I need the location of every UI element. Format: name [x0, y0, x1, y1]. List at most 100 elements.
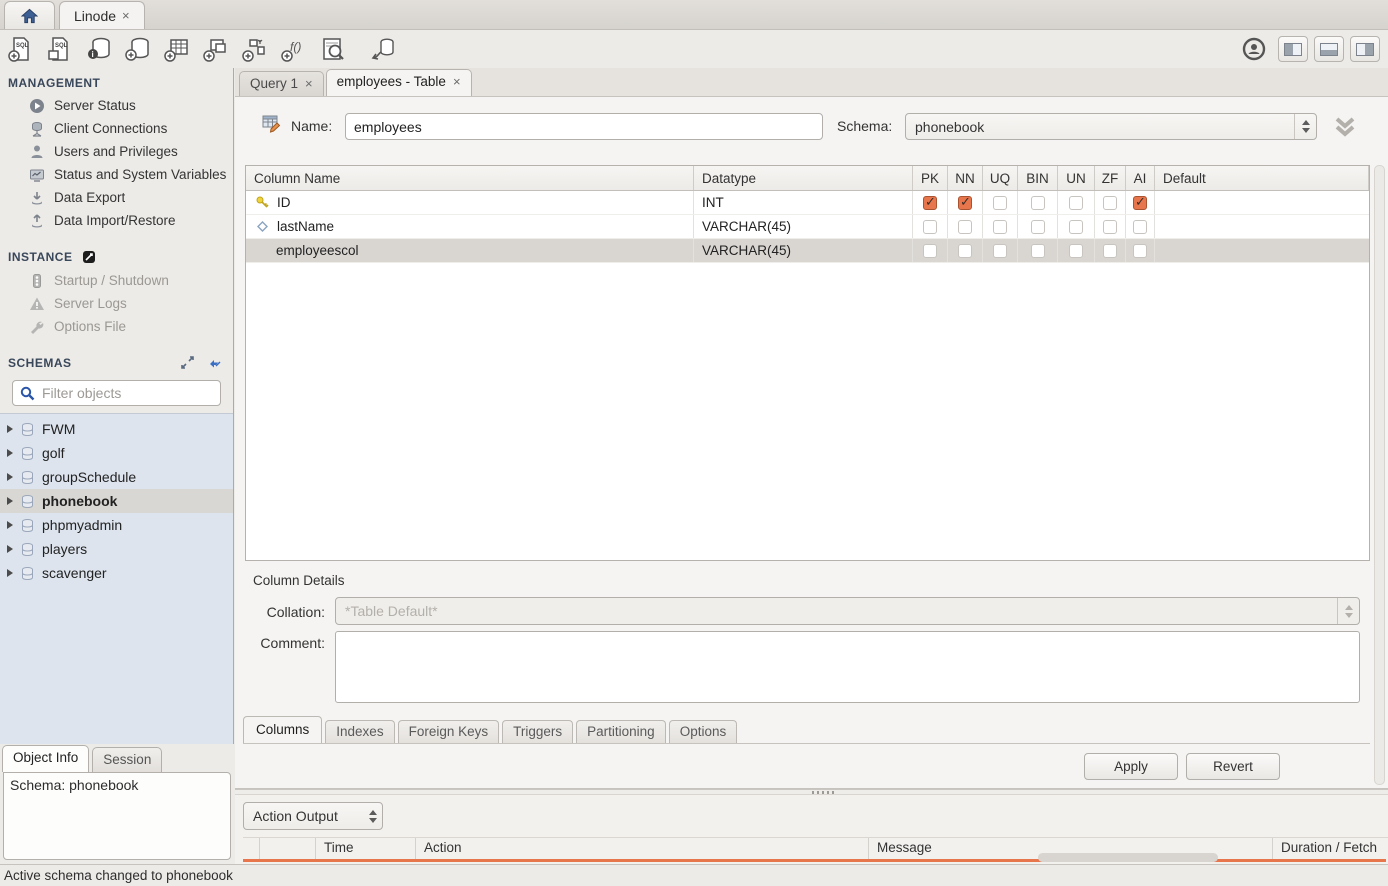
close-icon[interactable]: ×: [453, 74, 461, 89]
nn-checkbox[interactable]: [958, 196, 972, 210]
toggle-right-panel-button[interactable]: [1350, 36, 1380, 62]
tab-foreign-keys[interactable]: Foreign Keys: [398, 720, 500, 743]
bin-checkbox[interactable]: [1031, 220, 1045, 234]
schema-item-scavenger[interactable]: scavenger: [0, 561, 233, 585]
header-duration[interactable]: Duration / Fetch: [1273, 838, 1388, 859]
expander-icon[interactable]: [7, 545, 13, 553]
schema-item-golf[interactable]: golf: [0, 441, 233, 465]
zf-checkbox[interactable]: [1103, 196, 1117, 210]
uq-checkbox[interactable]: [993, 244, 1007, 258]
expand-schemas-icon[interactable]: [179, 354, 196, 371]
schema-filter-input[interactable]: [42, 385, 223, 401]
tab-query-1[interactable]: Query 1 ×: [239, 71, 324, 96]
header-datatype[interactable]: Datatype: [694, 166, 913, 190]
ai-checkbox[interactable]: [1133, 196, 1147, 210]
un-checkbox[interactable]: [1069, 244, 1083, 258]
editor-scrollbar[interactable]: [1374, 165, 1385, 785]
expander-icon[interactable]: [7, 425, 13, 433]
schema-item-phpmyadmin[interactable]: phpmyadmin: [0, 513, 233, 537]
toggle-bottom-panel-button[interactable]: [1314, 36, 1344, 62]
close-icon[interactable]: ×: [122, 8, 130, 23]
create-schema-button[interactable]: [120, 34, 156, 64]
schema-item-players[interactable]: players: [0, 537, 233, 561]
tab-employees-table[interactable]: employees - Table ×: [326, 69, 472, 96]
sidebar-item-users-privileges[interactable]: Users and Privileges: [0, 140, 233, 163]
tab-triggers[interactable]: Triggers: [502, 720, 573, 743]
expander-icon[interactable]: [7, 449, 13, 457]
zf-checkbox[interactable]: [1103, 244, 1117, 258]
column-row-id[interactable]: ID INT: [246, 191, 1369, 215]
reconnect-dbms-button[interactable]: [365, 34, 401, 64]
expander-icon[interactable]: [7, 473, 13, 481]
sidebar-item-data-export[interactable]: Data Export: [0, 186, 233, 209]
sidebar-item-server-logs[interactable]: Server Logs: [0, 292, 233, 315]
schema-item-groupschedule[interactable]: groupSchedule: [0, 465, 233, 489]
collation-select[interactable]: *Table Default*: [335, 597, 1360, 625]
tab-session[interactable]: Session: [92, 747, 162, 772]
spinner-icon[interactable]: [364, 803, 382, 829]
create-table-button[interactable]: [159, 34, 195, 64]
schema-item-fwm[interactable]: FWM: [0, 417, 233, 441]
nn-checkbox[interactable]: [958, 244, 972, 258]
sidebar-item-system-variables[interactable]: Status and System Variables: [0, 163, 233, 186]
bin-checkbox[interactable]: [1031, 244, 1045, 258]
uq-checkbox[interactable]: [993, 196, 1007, 210]
sidebar-item-options-file[interactable]: Options File: [0, 315, 233, 338]
nn-checkbox[interactable]: [958, 220, 972, 234]
header-uq[interactable]: UQ: [983, 166, 1018, 190]
output-selector[interactable]: Action Output: [243, 802, 383, 830]
tab-options[interactable]: Options: [669, 720, 738, 743]
header-un[interactable]: UN: [1058, 166, 1095, 190]
header-time[interactable]: Time: [316, 838, 416, 859]
header-column-name[interactable]: Column Name: [246, 166, 694, 190]
sidebar-item-client-connections[interactable]: Client Connections: [0, 117, 233, 140]
revert-button[interactable]: Revert: [1186, 753, 1280, 780]
expander-icon[interactable]: [7, 497, 13, 505]
header-bin[interactable]: BIN: [1018, 166, 1058, 190]
column-row-employeescol[interactable]: employeescol VARCHAR(45): [246, 239, 1369, 263]
sidebar-item-server-status[interactable]: Server Status: [0, 94, 233, 117]
inspect-database-button[interactable]: i: [81, 34, 117, 64]
header-action[interactable]: Action: [416, 838, 869, 859]
un-checkbox[interactable]: [1069, 196, 1083, 210]
open-sql-script-button[interactable]: SQL: [42, 34, 78, 64]
header-pk[interactable]: PK: [913, 166, 948, 190]
spinner-icon[interactable]: [1294, 114, 1316, 139]
header-ai[interactable]: AI: [1126, 166, 1155, 190]
table-name-input[interactable]: [345, 113, 823, 140]
header-default[interactable]: Default: [1155, 166, 1369, 190]
tab-object-info[interactable]: Object Info: [2, 745, 89, 772]
comment-textarea[interactable]: [335, 631, 1360, 703]
pk-checkbox[interactable]: [923, 220, 937, 234]
connection-tab-linode[interactable]: Linode ×: [59, 1, 145, 29]
schema-item-phonebook[interactable]: phonebook: [0, 489, 233, 513]
schema-select[interactable]: phonebook: [905, 113, 1317, 140]
create-view-button[interactable]: [198, 34, 234, 64]
sidebar-item-startup-shutdown[interactable]: Startup / Shutdown: [0, 269, 233, 292]
uq-checkbox[interactable]: [993, 220, 1007, 234]
tab-partitioning[interactable]: Partitioning: [576, 720, 666, 743]
home-tab[interactable]: [4, 1, 55, 29]
tab-indexes[interactable]: Indexes: [325, 720, 394, 743]
expander-icon[interactable]: [7, 521, 13, 529]
create-function-button[interactable]: f(): [276, 34, 312, 64]
refresh-schemas-icon[interactable]: [206, 354, 223, 371]
header-zf[interactable]: ZF: [1095, 166, 1126, 190]
column-row-lastname[interactable]: lastName VARCHAR(45): [246, 215, 1369, 239]
bin-checkbox[interactable]: [1031, 196, 1045, 210]
pk-checkbox[interactable]: [923, 196, 937, 210]
toggle-left-panel-button[interactable]: [1278, 36, 1308, 62]
ai-checkbox[interactable]: [1133, 220, 1147, 234]
apply-button[interactable]: Apply: [1084, 753, 1178, 780]
ai-checkbox[interactable]: [1133, 244, 1147, 258]
spinner-icon[interactable]: [1337, 598, 1359, 624]
expander-icon[interactable]: [7, 569, 13, 577]
new-sql-tab-button[interactable]: SQL: [3, 34, 39, 64]
zf-checkbox[interactable]: [1103, 220, 1117, 234]
tab-columns[interactable]: Columns: [243, 716, 322, 743]
search-data-button[interactable]: [315, 34, 351, 64]
pk-checkbox[interactable]: [923, 244, 937, 258]
un-checkbox[interactable]: [1069, 220, 1083, 234]
output-hscrollbar[interactable]: [1038, 853, 1218, 862]
header-nn[interactable]: NN: [948, 166, 983, 190]
